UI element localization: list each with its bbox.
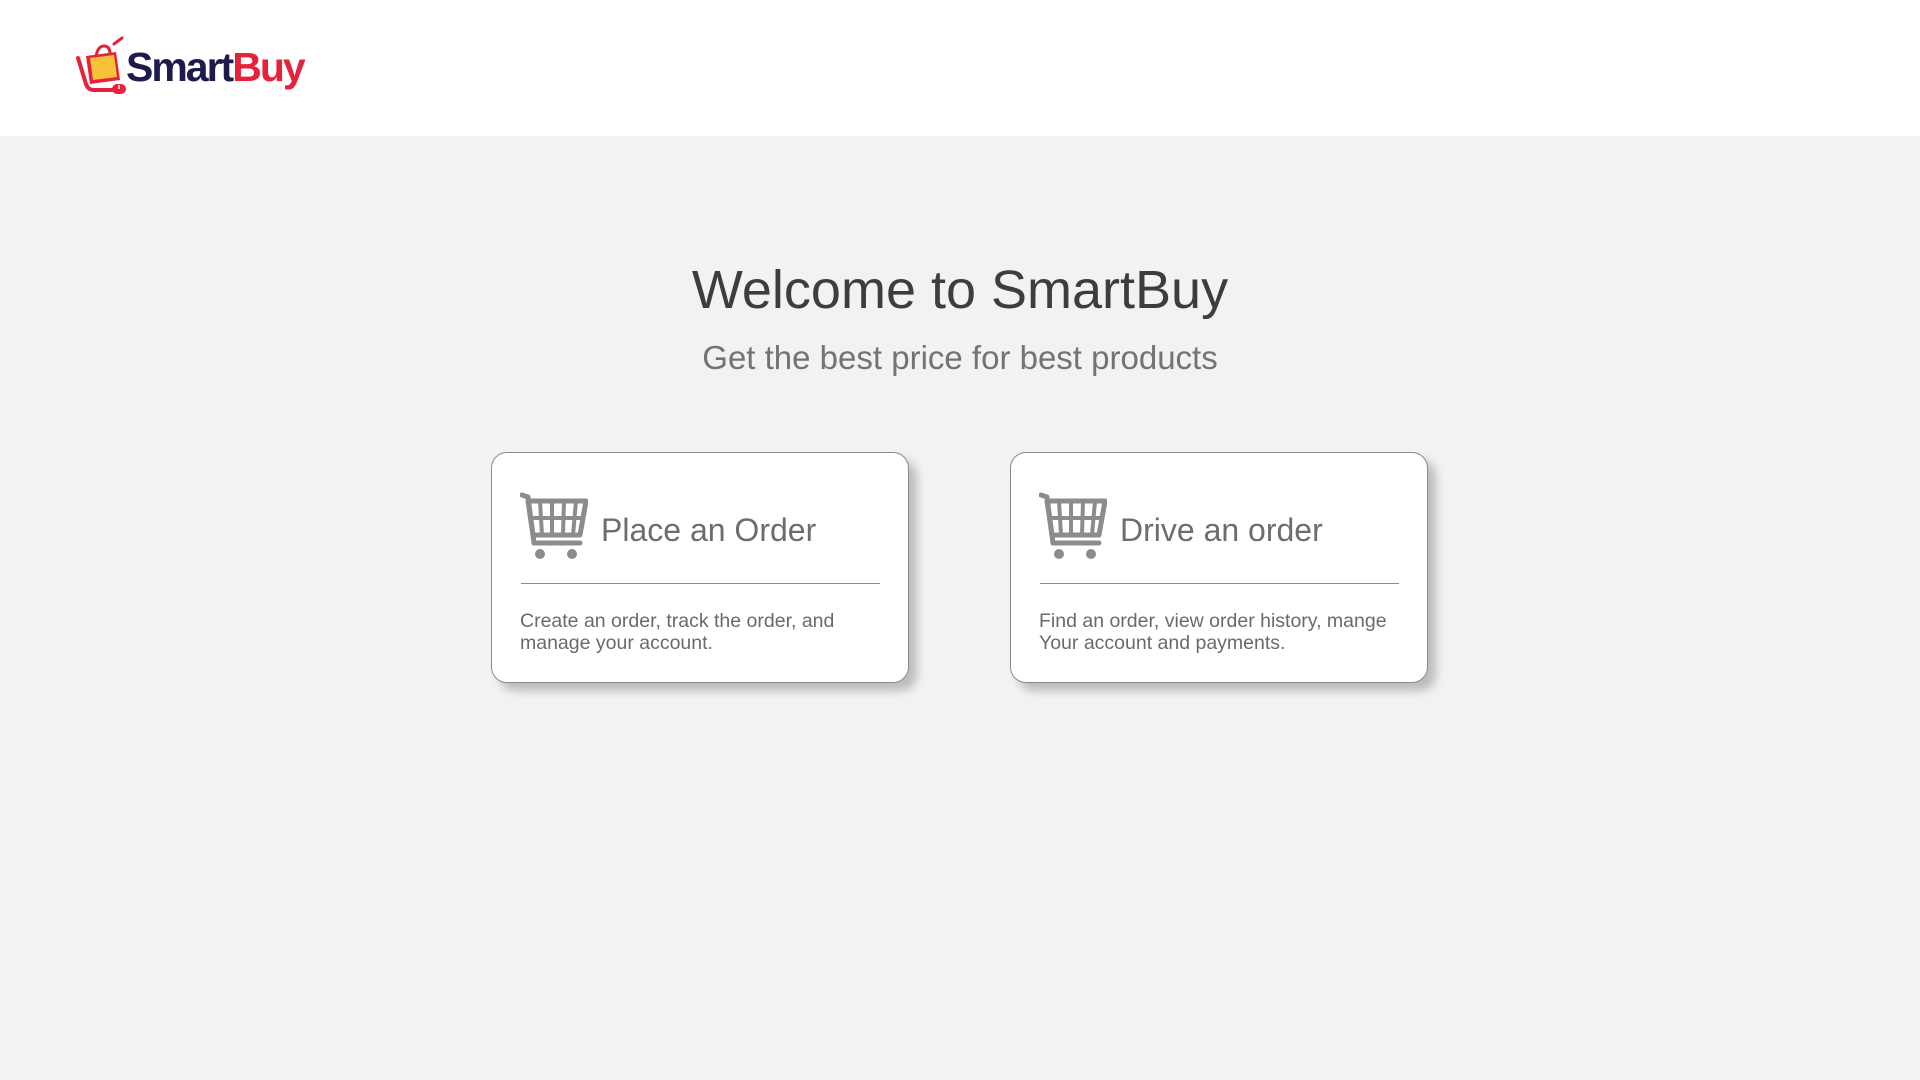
header-bar: SmartBuy [0,0,1920,136]
card-divider [1040,583,1399,584]
shopping-cart-icon [1039,492,1107,559]
shopping-cart-icon [520,492,588,559]
place-order-card[interactable]: Place an Order Create an order, track th… [491,452,909,683]
logo-text-smart: Smart [126,43,234,90]
drive-order-title: Drive an order [1120,512,1323,548]
page-title: Welcome to SmartBuy [691,260,1229,320]
drive-order-card[interactable]: Drive an order Find an order, view order… [1010,452,1428,683]
place-order-description: Create an order, track the order, and ma… [520,610,835,654]
smartbuy-logo[interactable]: SmartBuy [76,34,306,96]
place-order-title: Place an Order [601,512,817,548]
card-divider [521,583,880,584]
drive-order-description: Find an order, view order history, mange… [1039,610,1387,654]
shopping-cart-bag-logo-icon [76,36,126,94]
logo-text-buy: Buy [232,43,305,90]
page-subtitle: Get the best price for best products [702,339,1218,376]
logo-wordmark: SmartBuy [126,43,306,90]
